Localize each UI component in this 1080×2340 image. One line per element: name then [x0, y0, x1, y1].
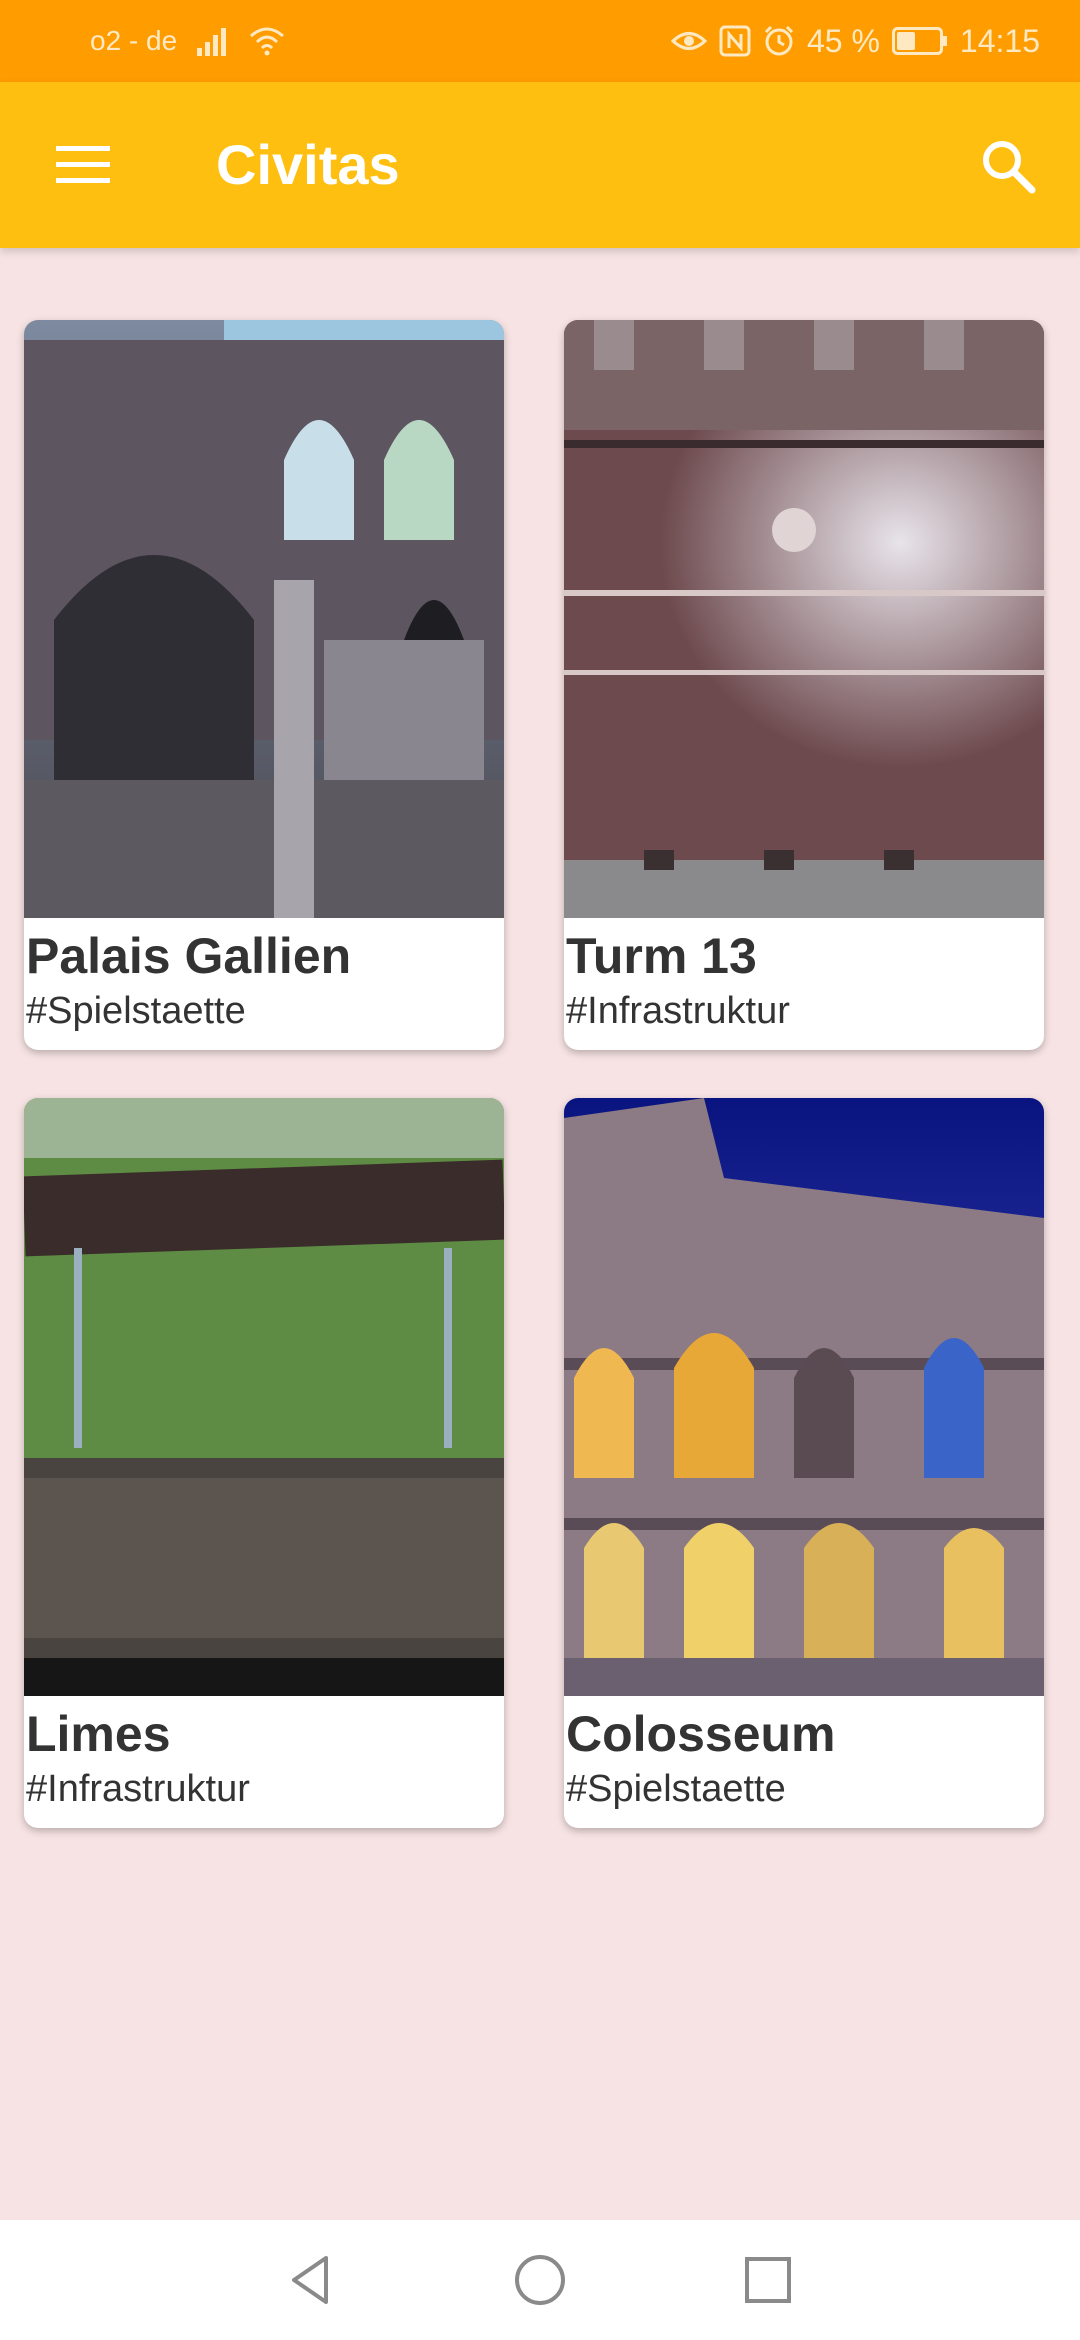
place-card-colosseum[interactable]: Colosseum #Spielstaette [564, 1098, 1044, 1828]
card-title: Limes [26, 1706, 171, 1762]
back-triangle-icon[interactable] [282, 2250, 342, 2310]
status-bar: o2 - de 45 % 14:15 [0, 0, 1080, 82]
colosseum-night-photo [564, 1098, 1044, 1696]
home-circle-icon[interactable] [510, 2250, 570, 2310]
place-card-palais-gallien[interactable]: Palais Gallien #Spielstaette [24, 320, 504, 1050]
status-right: 45 % 14:15 [670, 0, 1040, 82]
eye-icon [670, 32, 707, 50]
wifi-icon [250, 27, 285, 56]
status-time: 14:15 [959, 22, 1040, 59]
battery-percent: 45 % [806, 22, 880, 59]
app-bar: Civitas [0, 82, 1080, 248]
signal-icon [197, 28, 227, 56]
recents-square-icon[interactable] [738, 2250, 798, 2310]
round-brick-tower-photo [564, 320, 1044, 918]
page-title: Civitas [216, 133, 400, 196]
roman-ruin-arches-photo [24, 320, 504, 918]
hamburger-menu-icon[interactable] [50, 140, 116, 190]
nfc-icon [719, 25, 751, 57]
card-tag: #Infrastruktur [566, 990, 790, 1032]
place-card-limes[interactable]: Limes #Infrastruktur [24, 1098, 504, 1828]
system-nav-bar [0, 2220, 1080, 2340]
status-left: o2 - de [90, 0, 285, 82]
card-title: Colosseum [566, 1706, 836, 1762]
place-card-turm-13[interactable]: Turm 13 #Infrastruktur [564, 320, 1044, 1050]
card-tag: #Infrastruktur [26, 1768, 250, 1810]
limes-sign-meadow-photo [24, 1098, 504, 1696]
search-icon[interactable] [976, 134, 1040, 198]
card-title: Palais Gallien [26, 928, 352, 984]
card-tag: #Spielstaette [566, 1768, 786, 1810]
battery-icon [891, 27, 947, 55]
card-title: Turm 13 [566, 928, 757, 984]
carrier-label: o2 - de [90, 25, 178, 56]
card-tag: #Spielstaette [26, 990, 246, 1032]
alarm-icon [764, 25, 794, 56]
